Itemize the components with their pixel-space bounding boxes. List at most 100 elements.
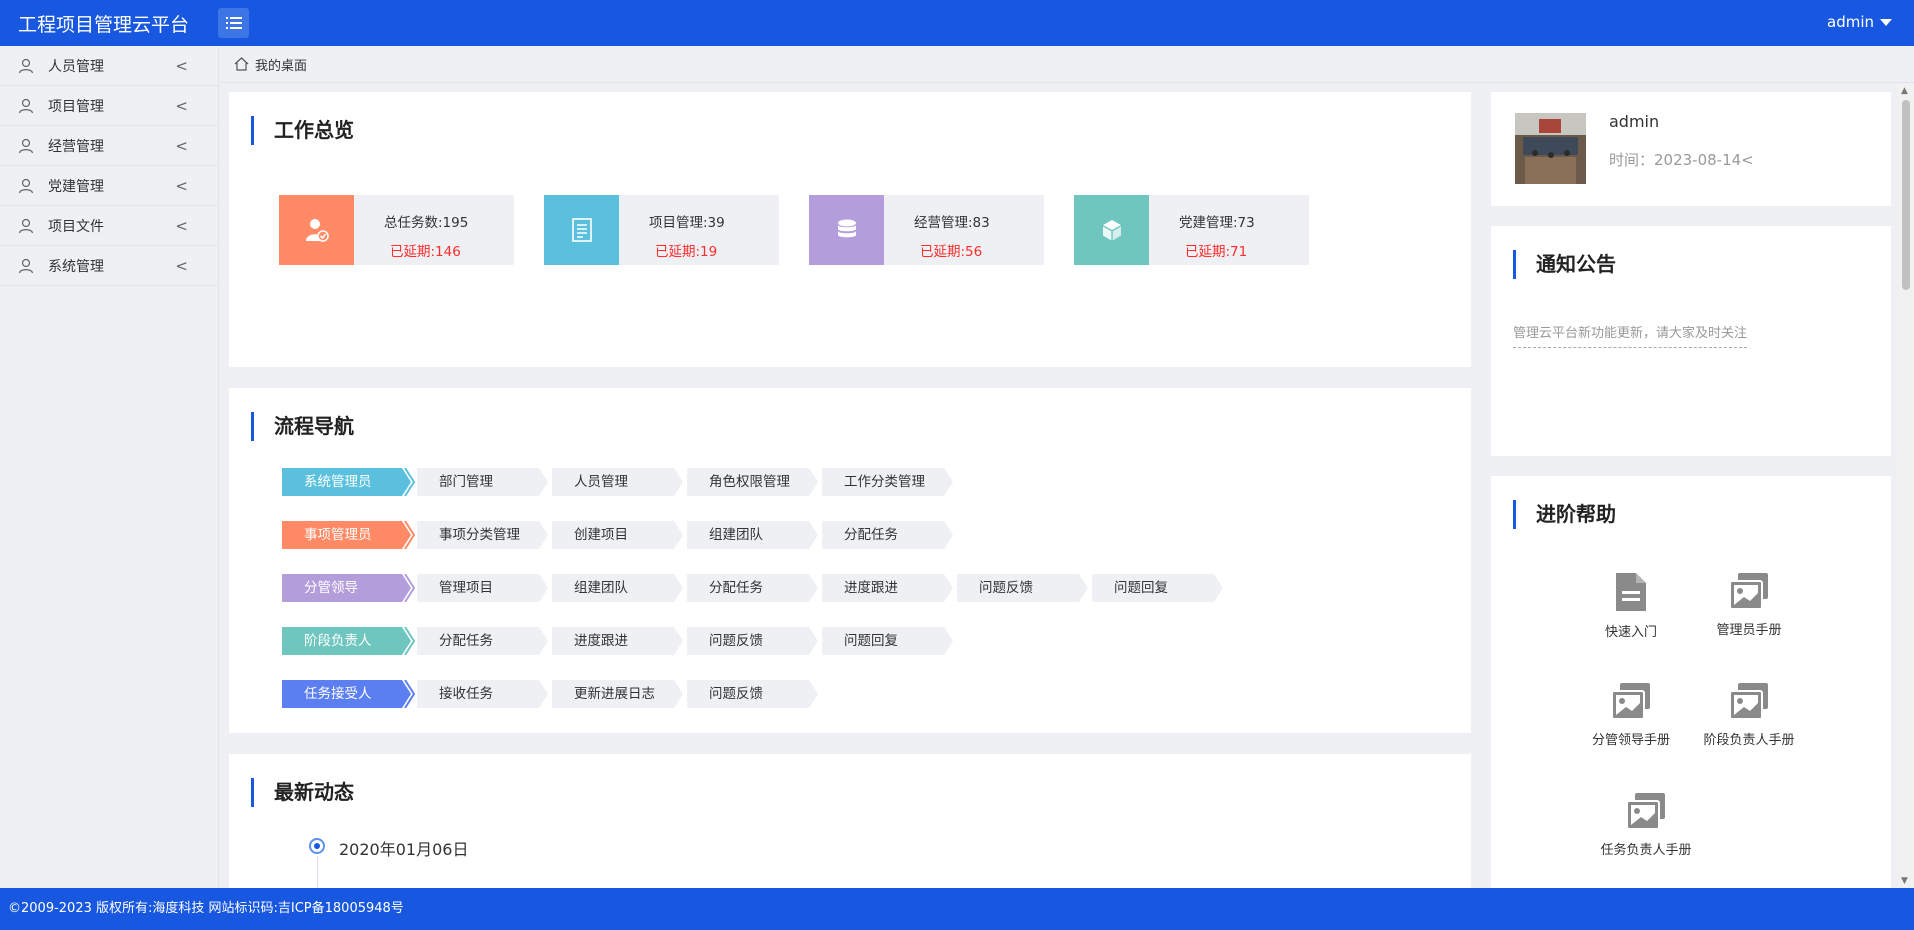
flow-step[interactable]: 组建团队 xyxy=(552,574,687,602)
help-link[interactable]: 快速入门 xyxy=(1571,571,1691,640)
menu-toggle-button[interactable] xyxy=(218,8,249,38)
user-check-icon xyxy=(279,195,354,265)
flow-step-label: 组建团队 xyxy=(574,580,628,596)
caret-down-icon xyxy=(1880,18,1892,26)
flow-card: 流程导航 系统管理员 部门管理 人员管理 角色权限管理 工作分类管理 事项管理员 事项分类管… xyxy=(229,388,1471,733)
flow-step[interactable]: 分配任务 xyxy=(417,627,552,655)
user-icon xyxy=(18,178,34,193)
document-icon xyxy=(544,195,619,265)
flow-role[interactable]: 阶段负责人 xyxy=(282,627,417,655)
flow-step[interactable]: 管理项目 xyxy=(417,574,552,602)
help-link[interactable]: 分管领导手册 xyxy=(1571,681,1691,748)
flow-step[interactable]: 角色权限管理 xyxy=(687,468,822,496)
flow-row: 任务接受人 接收任务 更新进展日志 问题反馈 xyxy=(282,680,822,710)
flow-role-label: 阶段负责人 xyxy=(304,633,372,649)
sidebar-item[interactable]: 项目管理 < xyxy=(0,86,218,126)
sidebar-item-label: 经营管理 xyxy=(48,138,104,155)
flow-step[interactable]: 进度跟进 xyxy=(822,574,957,602)
flow-step-label: 分配任务 xyxy=(844,527,898,543)
help-label: 阶段负责人手册 xyxy=(1703,733,1795,748)
flow-step[interactable]: 问题回复 xyxy=(1092,574,1227,602)
sidebar-item-label: 项目文件 xyxy=(48,218,104,235)
notice-item[interactable]: 管理云平台新功能更新，请大家及时关注 xyxy=(1513,322,1748,348)
flow-step[interactable]: 接收任务 xyxy=(417,680,552,708)
flow-step-label: 创建项目 xyxy=(574,527,628,543)
scroll-down-icon[interactable]: ▼ xyxy=(1901,876,1908,886)
user-icon xyxy=(18,138,34,153)
timeline-line xyxy=(317,856,318,888)
flow-step[interactable]: 工作分类管理 xyxy=(822,468,957,496)
sidebar-item[interactable]: 党建管理 < xyxy=(0,166,218,206)
flow-step[interactable]: 问题反馈 xyxy=(687,680,822,708)
scroll-up-icon[interactable]: ▲ xyxy=(1901,86,1908,96)
stat-tile[interactable]: 总任务数:195 已延期:146 xyxy=(279,195,514,265)
flow-role[interactable]: 事项管理员 xyxy=(282,521,417,549)
scrollbar[interactable]: ▲ ▼ xyxy=(1898,84,1914,888)
flow-step[interactable]: 事项分类管理 xyxy=(417,521,552,549)
database-icon xyxy=(809,195,884,265)
flow-row: 事项管理员 事项分类管理 创建项目 组建团队 分配任务 xyxy=(282,521,957,551)
flow-row: 阶段负责人 分配任务 进度跟进 问题反馈 问题回复 xyxy=(282,627,957,657)
timeline-dot xyxy=(309,838,325,854)
profile-card: admin 时间：2023-08-14< xyxy=(1491,92,1891,206)
flow-step[interactable]: 分配任务 xyxy=(822,521,957,549)
stat-text: 经营管理:83 已延期:56 xyxy=(884,195,990,265)
flow-step-label: 管理项目 xyxy=(439,580,493,596)
flow-step[interactable]: 进度跟进 xyxy=(552,627,687,655)
flow-step[interactable]: 人员管理 xyxy=(552,468,687,496)
profile-time: 时间：2023-08-14< xyxy=(1609,151,1754,169)
home-icon xyxy=(234,57,249,71)
flow-role[interactable]: 系统管理员 xyxy=(282,468,417,496)
profile-name: admin xyxy=(1609,112,1660,131)
flow-role[interactable]: 任务接受人 xyxy=(282,680,417,708)
stat-text: 党建管理:73 已延期:71 xyxy=(1149,195,1255,265)
flow-step-label: 部门管理 xyxy=(439,474,493,490)
overview-card: 工作总览 总任务数:195 已延期:146 项目管理:39 已延期:19 经营管理:83… xyxy=(229,92,1471,367)
flow-step[interactable]: 问题反馈 xyxy=(957,574,1092,602)
breadcrumb-label[interactable]: 我的桌面 xyxy=(255,55,307,74)
app-title: 工程项目管理云平台 xyxy=(18,14,190,36)
sidebar-item[interactable]: 经营管理 < xyxy=(0,126,218,166)
flow-step-label: 人员管理 xyxy=(574,474,628,490)
flow-step[interactable]: 部门管理 xyxy=(417,468,552,496)
user-name: admin xyxy=(1827,13,1874,31)
flow-row: 分管领导 管理项目 组建团队 分配任务 进度跟进 问题反馈 问题回复 xyxy=(282,574,1227,604)
user-icon xyxy=(18,218,34,233)
stat-tile[interactable]: 项目管理:39 已延期:19 xyxy=(544,195,779,265)
flow-step-label: 问题反馈 xyxy=(979,580,1033,596)
flow-step-label: 工作分类管理 xyxy=(844,474,925,490)
stat-text: 总任务数:195 已延期:146 xyxy=(354,195,468,265)
flow-step-label: 分配任务 xyxy=(709,580,763,596)
stat-overdue: 已延期:146 xyxy=(390,244,461,260)
flow-step[interactable]: 分配任务 xyxy=(687,574,822,602)
stat-tile[interactable]: 党建管理:73 已延期:71 xyxy=(1074,195,1309,265)
news-date: 2020年01月06日 xyxy=(339,840,469,859)
flow-role[interactable]: 分管领导 xyxy=(282,574,417,602)
stat-tile[interactable]: 经营管理:83 已延期:56 xyxy=(809,195,1044,265)
flow-step[interactable]: 问题反馈 xyxy=(687,627,822,655)
help-label: 管理员手册 xyxy=(1716,623,1782,638)
help-link[interactable]: 管理员手册 xyxy=(1689,571,1809,638)
scroll-thumb[interactable] xyxy=(1902,100,1910,290)
help-card: 进阶帮助 快速入门 管理员手册 分管领导手册 阶段负责人手册 任务负责人手册 xyxy=(1491,476,1891,888)
flow-role-label: 任务接受人 xyxy=(304,686,372,702)
image-icon xyxy=(1586,791,1706,831)
chevron-left-icon: < xyxy=(175,57,188,75)
flow-step[interactable]: 组建团队 xyxy=(687,521,822,549)
help-link[interactable]: 任务负责人手册 xyxy=(1586,791,1706,858)
user-icon xyxy=(18,58,34,73)
sidebar-item-label: 党建管理 xyxy=(48,178,104,195)
chevron-left-icon: < xyxy=(175,137,188,155)
sidebar-item[interactable]: 项目文件 < xyxy=(0,206,218,246)
flow-step[interactable]: 问题回复 xyxy=(822,627,957,655)
sidebar-item[interactable]: 系统管理 < xyxy=(0,246,218,286)
sidebar-item[interactable]: 人员管理 < xyxy=(0,46,218,86)
flow-step-label: 接收任务 xyxy=(439,686,493,702)
flow-step-label: 进度跟进 xyxy=(844,580,898,596)
help-link[interactable]: 阶段负责人手册 xyxy=(1689,681,1809,748)
stat-label: 经营管理:83 xyxy=(914,215,990,231)
flow-step[interactable]: 更新进展日志 xyxy=(552,680,687,708)
flow-step[interactable]: 创建项目 xyxy=(552,521,687,549)
user-menu[interactable]: admin xyxy=(1827,13,1892,31)
flow-step-label: 问题回复 xyxy=(844,633,898,649)
